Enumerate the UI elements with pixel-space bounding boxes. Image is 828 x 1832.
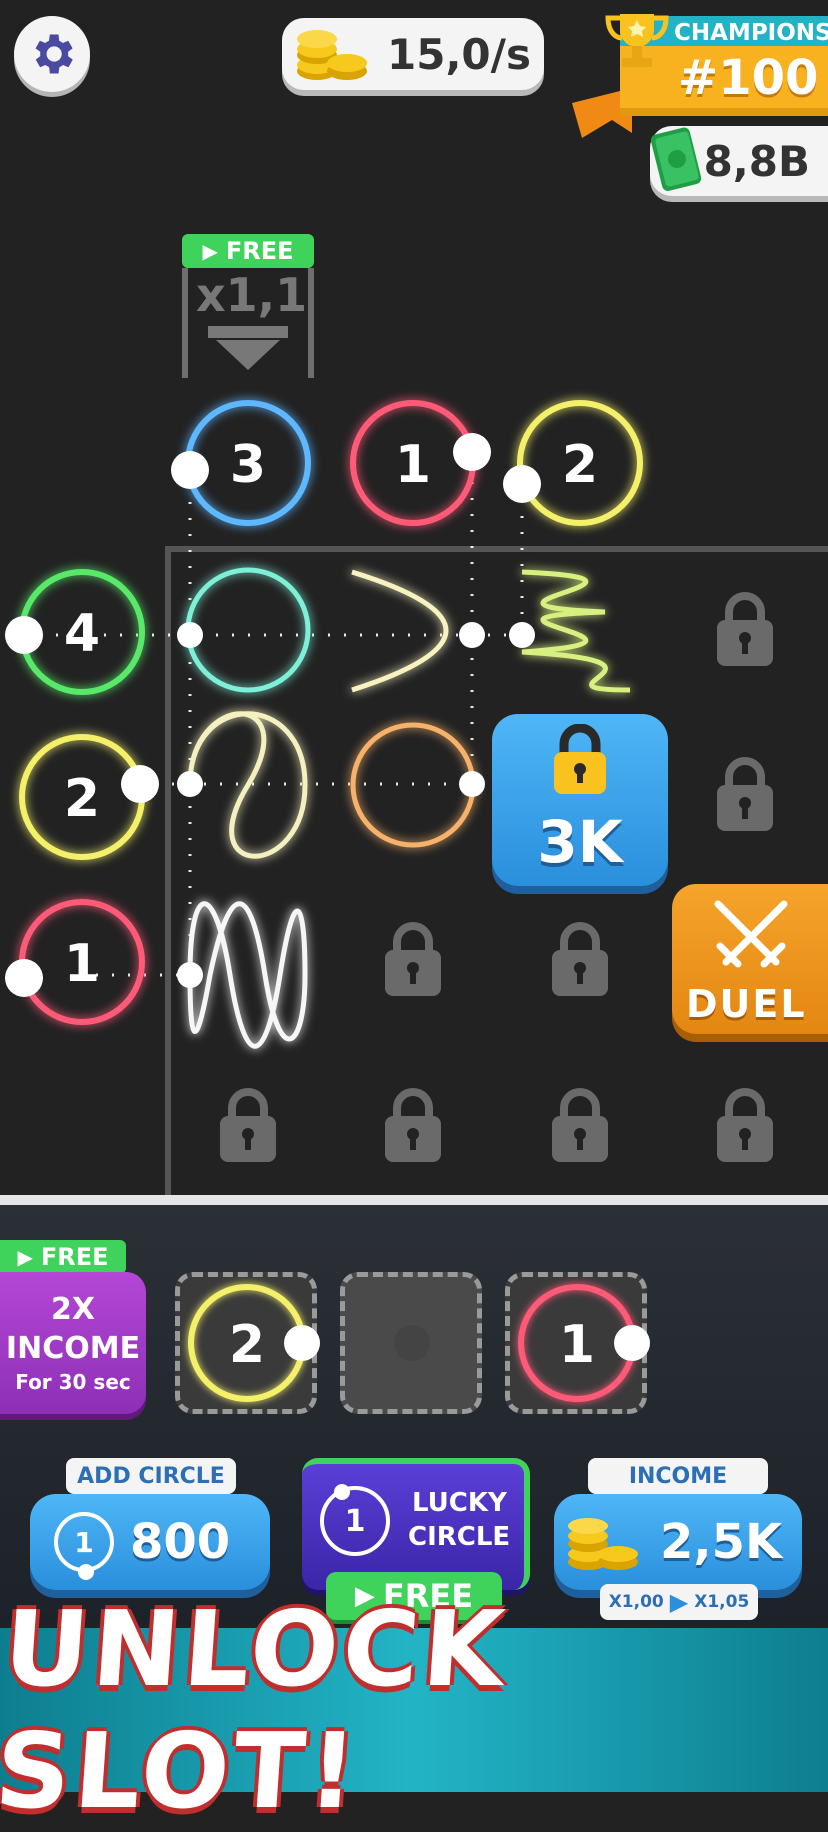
top-emitter-value-1: 3 [230,435,266,495]
gold-lock-icon [554,724,606,794]
duel-button[interactable]: DUEL [672,884,828,1034]
emitter-dot [177,622,203,648]
income-upgrade-button[interactable]: 2,5K [554,1494,802,1590]
emitter-dot [334,1484,350,1500]
tray-value-3: 1 [559,1315,595,1375]
left-emitter-value-1: 4 [64,604,100,664]
empty-slot-dot [394,1325,430,1361]
unlock-slot-banner: UNLOCK SLOT! [0,1588,828,1832]
tray-value-1: 2 [229,1315,265,1375]
crossed-swords-icon [714,900,788,968]
emitter-dot [5,616,43,654]
income-label-tag: INCOME [588,1458,768,1494]
lock-icon[interactable] [220,1092,276,1162]
add-circle-value: 1 [74,1525,94,1559]
emitter-dot [5,959,43,997]
unlock-price: 3K [537,808,623,876]
pattern-figure-eight [187,711,308,859]
emitter-dot [177,771,203,797]
guide-lines [24,450,524,977]
unlock-slot-button[interactable]: 3K [492,714,668,886]
emitter-dot [459,622,485,648]
add-circle-button[interactable]: 1 800 [30,1494,270,1590]
emitter-dot [121,765,159,803]
lock-icon[interactable] [552,926,608,996]
lock-icon[interactable] [552,1092,608,1162]
lucky-circle-button[interactable]: 1 LUCKY CIRCLE [302,1458,530,1590]
income-value: 2,5K [660,1514,783,1570]
emitter-dot [171,451,209,489]
add-circle-label-tag: ADD CIRCLE [66,1458,236,1494]
emitter-dot [453,433,491,471]
panel-divider [0,1195,828,1205]
tray-contents: 2 1 [188,1284,650,1402]
income-label: INCOME [628,1463,728,1489]
lucky-line2: CIRCLE [408,1522,511,1552]
left-emitter-value-3: 1 [64,934,100,994]
add-circle-label: ADD CIRCLE [77,1463,225,1489]
emitter-dot [284,1325,320,1361]
top-emitter-value-2: 1 [395,435,431,495]
emitter-dot [509,622,535,648]
pattern-zigzag [521,569,631,693]
emitter-dot [459,771,485,797]
coin-stack-icon [568,1518,638,1570]
lock-icon[interactable] [717,596,773,666]
top-emitter-value-3: 2 [562,435,598,495]
left-emitter-value-2: 2 [64,769,100,829]
duel-label: DUEL [686,982,807,1026]
add-circle-price: 800 [130,1514,231,1570]
pattern-circle [185,567,311,693]
lock-icon[interactable] [717,1092,773,1162]
pattern-parabola [351,569,449,693]
lock-icon[interactable] [385,1092,441,1162]
banner-text: UNLOCK SLOT! [0,1588,512,1832]
emitter-dot [614,1325,650,1361]
lucky-line1: LUCKY [412,1488,507,1518]
lock-icon[interactable] [385,926,441,996]
emitter-dot [503,465,541,503]
lock-icon[interactable] [717,761,773,831]
pattern-lissajous [187,901,308,1049]
emitter-dot [177,962,203,988]
lucky-circle-value: 1 [344,1503,366,1539]
emitter-dot [78,1564,94,1580]
add-circle-ring-icon: 1 [54,1512,114,1580]
lucky-ring-icon: 1 [320,1484,390,1556]
